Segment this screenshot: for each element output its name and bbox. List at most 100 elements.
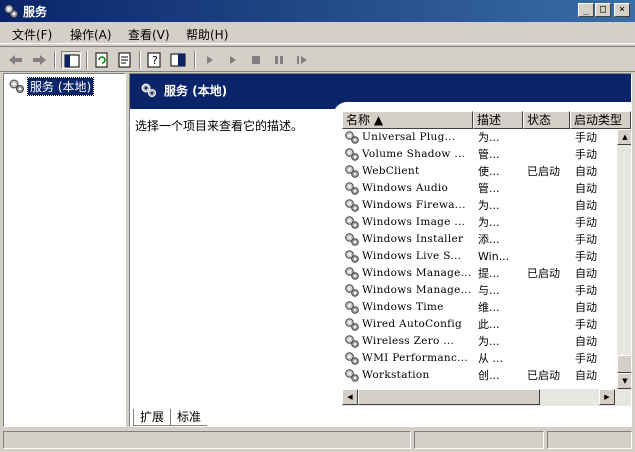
column-header-status[interactable]: 状态 [523, 111, 570, 129]
table-row[interactable]: Volume Shadow ... 管... 手动 [342, 146, 617, 163]
service-status: 已启动 [527, 267, 560, 280]
services-gear-icon [4, 4, 18, 18]
service-description: 管... [478, 182, 500, 195]
service-name: Windows Manage... [362, 284, 472, 296]
table-row[interactable]: Wired AutoConfig 此... 手动 [342, 316, 617, 333]
start-service-alt-icon[interactable] [223, 51, 243, 69]
refresh-icon[interactable] [92, 51, 112, 69]
table-row[interactable]: WMI Performanc... 从 ... 手动 [342, 350, 617, 367]
scroll-down-button[interactable]: ▼ [617, 373, 631, 389]
toolbar-separator [139, 51, 141, 69]
service-name: Windows Audio [362, 182, 449, 194]
tree-node-label: 服务 (本地) [26, 77, 95, 96]
scroll-up-button[interactable]: ▲ [617, 129, 631, 145]
service-gear-icon [345, 318, 359, 331]
title-bar: 服务 _ □ × [0, 0, 635, 22]
service-description: 创... [478, 369, 500, 382]
window-title: 服务 [23, 5, 48, 19]
service-name: Workstation [362, 369, 430, 381]
service-description: Win... [478, 250, 510, 263]
table-row[interactable]: WebClient 使... 已启动 自动 [342, 163, 617, 180]
maximize-button[interactable]: □ [595, 3, 611, 17]
table-row[interactable]: Windows Installer 添... 手动 [342, 231, 617, 248]
service-gear-icon [345, 267, 359, 280]
table-row[interactable]: Windows Firewa... 为... 自动 [342, 197, 617, 214]
status-panel-3 [547, 431, 632, 449]
service-name: Windows Manage... [362, 267, 472, 279]
scroll-thumb[interactable] [617, 355, 631, 373]
menu-action[interactable]: 操作(A) [70, 26, 112, 43]
service-startup-type: 自动 [575, 182, 597, 195]
service-name: Windows Firewa... [362, 199, 466, 211]
menu-help[interactable]: 帮助(H) [186, 26, 228, 43]
service-name: WMI Performanc... [362, 352, 469, 364]
menu-bar: 文件(F) 操作(A) 查看(V) 帮助(H) [0, 22, 635, 44]
tab-extended[interactable]: 扩展 [133, 409, 172, 426]
service-description: 从 ... [478, 352, 503, 365]
table-row[interactable]: Windows Time 维... 自动 [342, 299, 617, 316]
table-row[interactable]: Wireless Zero ... 为... 自动 [342, 333, 617, 350]
service-name: Wired AutoConfig [362, 318, 463, 330]
service-gear-icon [345, 131, 359, 144]
service-description: 为... [478, 335, 500, 348]
service-startup-type: 自动 [575, 165, 597, 178]
service-name: Windows Time [362, 301, 444, 313]
service-description: 使... [478, 165, 500, 178]
stop-service-icon[interactable] [246, 51, 266, 69]
service-name: Wireless Zero ... [362, 335, 455, 347]
services-gear-icon [9, 79, 24, 93]
service-gear-icon [345, 182, 359, 195]
tab-standard[interactable]: 标准 [171, 409, 208, 426]
service-name: Volume Shadow ... [362, 148, 466, 160]
table-row[interactable]: Windows Manage... 提... 已启动 自动 [342, 265, 617, 282]
svg-text:?: ? [152, 54, 158, 67]
table-row[interactable]: Windows Live S... Win... 手动 [342, 248, 617, 265]
forward-arrow-icon[interactable] [29, 51, 49, 69]
column-header-startup-type[interactable]: 启动类型 [570, 111, 631, 129]
view-tabs: 扩展 标准 [129, 409, 429, 427]
service-startup-type: 手动 [575, 250, 597, 263]
service-gear-icon [345, 216, 359, 229]
service-name: Universal Plug... [362, 131, 456, 143]
service-name: WebClient [362, 165, 420, 177]
scroll-track[interactable] [617, 145, 631, 355]
column-header-description[interactable]: 描述 [473, 111, 523, 129]
scroll-left-button[interactable]: ◀ [342, 389, 358, 405]
toolbar: ? [0, 46, 635, 72]
menu-file[interactable]: 文件(F) [12, 26, 52, 43]
back-arrow-icon[interactable] [6, 51, 26, 69]
service-description: 为... [478, 216, 500, 229]
hscroll-thumb[interactable] [358, 389, 540, 405]
toolbar-separator [194, 51, 196, 69]
close-button[interactable]: × [614, 3, 630, 17]
scroll-right-button[interactable]: ▶ [599, 389, 615, 405]
properties-icon[interactable] [168, 51, 188, 69]
service-startup-type: 手动 [575, 318, 597, 331]
service-gear-icon [345, 301, 359, 314]
service-startup-type: 自动 [575, 335, 597, 348]
horizontal-scrollbar[interactable]: ◀ ▶ [342, 389, 631, 406]
table-row[interactable]: Windows Image ... 为... 手动 [342, 214, 617, 231]
export-list-icon[interactable] [115, 51, 135, 69]
table-row[interactable]: Windows Audio 管... 自动 [342, 180, 617, 197]
menu-view[interactable]: 查看(V) [128, 26, 170, 43]
service-startup-type: 自动 [575, 301, 597, 314]
table-row[interactable]: Workstation 创... 已启动 自动 [342, 367, 617, 384]
pause-service-icon[interactable] [269, 51, 289, 69]
restart-service-icon[interactable] [292, 51, 312, 69]
toolbar-separator [54, 51, 56, 69]
help-icon[interactable]: ? [145, 51, 165, 69]
vertical-scrollbar[interactable]: ▲ ▼ [617, 129, 631, 389]
service-startup-type: 自动 [575, 369, 597, 382]
toolbar-separator [86, 51, 88, 69]
details-pane: 服务 (本地) 选择一个项目来查看它的描述。 名称 ▲ 描述 状态 启动类型 U… [129, 73, 632, 427]
table-row[interactable]: Universal Plug... 为... 手动 [342, 129, 617, 146]
table-row[interactable]: Windows Manage... 与... 手动 [342, 282, 617, 299]
service-status: 已启动 [527, 165, 560, 178]
start-service-icon[interactable] [200, 51, 220, 69]
service-startup-type: 手动 [575, 284, 597, 297]
minimize-button[interactable]: _ [578, 3, 594, 17]
column-header-name[interactable]: 名称 ▲ [342, 111, 473, 129]
show-tree-icon[interactable] [61, 51, 81, 69]
service-name: Windows Live S... [362, 250, 462, 262]
